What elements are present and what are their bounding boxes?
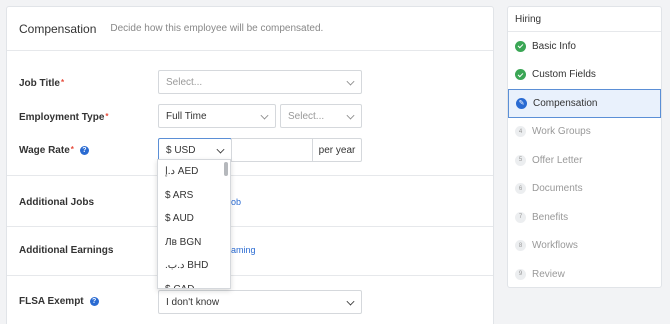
additional-earnings-label: Additional Earnings [19, 245, 114, 256]
step-label: Custom Fields [532, 69, 596, 81]
currency-option[interactable]: .د.ب BHD [158, 254, 230, 278]
step-label: Review [532, 268, 565, 280]
employment-type-select[interactable]: Full Time [158, 104, 276, 128]
wage-period-addon: per year [312, 138, 362, 162]
additional-jobs-label: Additional Jobs [19, 197, 94, 208]
step-label: Offer Letter [532, 154, 583, 166]
wage-rate-label: Wage Rate*? [19, 145, 89, 156]
page-title: Compensation [19, 21, 97, 36]
step-offer-letter[interactable]: 5 Offer Letter [508, 146, 661, 175]
check-circle-icon [515, 40, 526, 52]
add-job-link[interactable]: ob [231, 197, 241, 207]
employment-subtype-select[interactable]: Select... [280, 104, 362, 128]
step-custom-fields[interactable]: Custom Fields [508, 61, 661, 90]
employment-type-label: Employment Type* [19, 112, 109, 123]
step-label: Documents [532, 183, 583, 195]
card-header: Compensation Decide how this employee wi… [7, 7, 493, 51]
currency-option[interactable]: د.إ AED [158, 160, 230, 184]
flsa-exempt-value: I don't know [166, 296, 220, 308]
currency-value: $ USD [166, 144, 196, 156]
wage-amount-input[interactable] [231, 138, 313, 162]
step-label: Workflows [532, 240, 578, 252]
wage-period-text: per year [318, 144, 356, 156]
job-title-select[interactable]: Select... [158, 70, 362, 94]
hiring-steps-sidebar: Hiring Basic Info Custom Fields ✎ Compen… [507, 6, 662, 288]
step-label: Work Groups [532, 126, 591, 138]
step-number: 9 [515, 268, 526, 280]
step-number: 7 [515, 211, 526, 223]
divider [7, 275, 493, 276]
dropdown-scrollbar[interactable] [224, 162, 228, 176]
currency-option[interactable]: $ CAD [158, 278, 230, 288]
help-icon[interactable]: ? [89, 296, 99, 306]
step-number: 4 [515, 126, 526, 138]
step-workflows[interactable]: 8 Workflows [508, 232, 661, 261]
sidebar-title: Hiring [508, 7, 661, 32]
chevron-down-icon [346, 297, 355, 306]
divider [7, 226, 493, 227]
compensation-card: Compensation Decide how this employee wi… [6, 6, 494, 324]
chevron-down-icon [216, 145, 225, 154]
add-earning-link[interactable]: aming [231, 245, 256, 255]
chevron-down-icon [260, 111, 269, 120]
currency-option[interactable]: $ ARS [158, 184, 230, 208]
step-number: 8 [515, 240, 526, 252]
step-label: Benefits [532, 211, 569, 223]
check-circle-icon [515, 69, 526, 81]
step-benefits[interactable]: 7 Benefits [508, 203, 661, 232]
step-basic-info[interactable]: Basic Info [508, 32, 661, 61]
chevron-down-icon [346, 111, 355, 120]
step-review[interactable]: 9 Review [508, 260, 661, 287]
currency-option[interactable]: Лв BGN [158, 231, 230, 255]
step-compensation[interactable]: ✎ Compensation [508, 89, 661, 118]
step-number: 6 [515, 183, 526, 195]
pencil-icon: ✎ [516, 97, 527, 109]
step-label: Compensation [533, 97, 598, 109]
currency-dropdown-list[interactable]: د.إ AED $ ARS $ AUD Лв BGN .د.ب BHD $ CA… [157, 159, 231, 289]
step-label: Basic Info [532, 40, 576, 52]
divider [7, 175, 493, 176]
employment-type-value: Full Time [166, 110, 207, 122]
job-title-placeholder: Select... [166, 76, 203, 88]
chevron-down-icon [346, 77, 355, 86]
page-subtitle: Decide how this employee will be compens… [110, 23, 324, 34]
employment-subtype-placeholder: Select... [288, 110, 325, 122]
step-work-groups[interactable]: 4 Work Groups [508, 118, 661, 147]
step-documents[interactable]: 6 Documents [508, 175, 661, 204]
help-icon[interactable]: ? [79, 145, 89, 155]
currency-option[interactable]: $ AUD [158, 207, 230, 231]
job-title-label: Job Title* [19, 78, 65, 89]
step-number: 5 [515, 154, 526, 166]
flsa-exempt-select[interactable]: I don't know [158, 290, 362, 314]
flsa-exempt-label: FLSA Exempt? [19, 296, 99, 307]
